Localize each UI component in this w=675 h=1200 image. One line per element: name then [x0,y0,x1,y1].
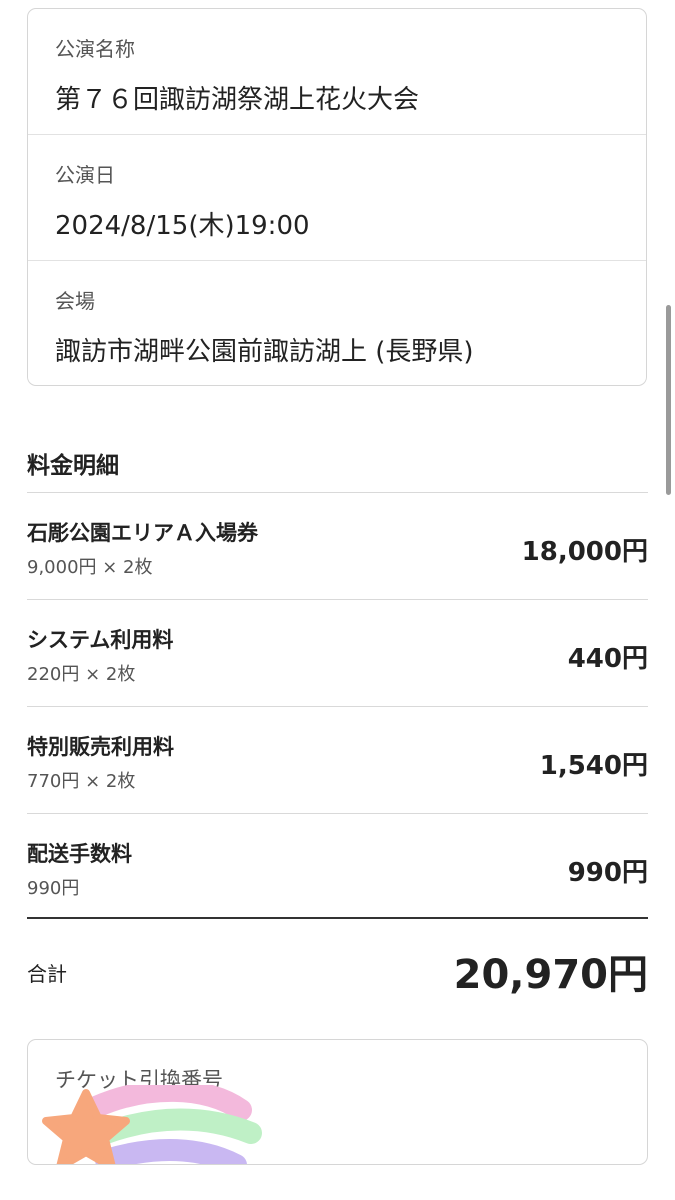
event-date-label: 公演日 [55,163,115,187]
venue-row: 会場 諏訪市湖畔公園前諏訪湖上 (長野県) [28,261,646,387]
fee-details-title: 料金明細 [27,453,119,479]
fee-row-delivery: 配送手数料 990円 990円 [27,814,648,921]
fee-amount: 18,000円 [521,537,648,567]
fee-detail: 220円 × 2枚 [27,664,136,685]
shooting-star-sticker-icon [42,1085,262,1164]
fee-amount: 1,540円 [539,751,648,781]
fee-detail: 9,000円 × 2枚 [27,557,153,578]
ticket-exchange-card: チケット引換番号 [27,1039,648,1165]
event-date-row: 公演日 2024/8/15(木)19:00 [28,135,646,261]
total-divider [27,917,648,919]
total-label: 合計 [27,962,67,986]
event-name-row: 公演名称 第７６回諏訪湖祭湖上花火大会 [28,9,646,135]
venue-value: 諏訪市湖畔公園前諏訪湖上 (長野県) [55,337,474,367]
fee-row-special-sale: 特別販売利用料 770円 × 2枚 1,540円 [27,707,648,814]
fee-detail: 770円 × 2枚 [27,771,136,792]
event-info-card: 公演名称 第７６回諏訪湖祭湖上花火大会 公演日 2024/8/15(木)19:0… [27,8,647,386]
fee-name: 石彫公園エリアＡ入場券 [27,521,258,545]
event-name-value: 第７６回諏訪湖祭湖上花火大会 [55,85,420,115]
event-name-label: 公演名称 [55,37,135,61]
fee-amount: 440円 [567,644,648,674]
fee-row-system: システム利用料 220円 × 2枚 440円 [27,600,648,707]
fee-name: システム利用料 [27,628,174,652]
venue-label: 会場 [55,289,95,313]
fee-name: 配送手数料 [27,842,132,866]
fee-detail: 990円 [27,878,80,899]
event-date-value: 2024/8/15(木)19:00 [55,211,310,241]
total-amount: 20,970円 [453,952,648,998]
scrollbar[interactable] [666,305,671,495]
fee-amount: 990円 [567,858,648,888]
fee-row-admission: 石彫公園エリアＡ入場券 9,000円 × 2枚 18,000円 [27,493,648,600]
fee-name: 特別販売利用料 [27,735,174,759]
